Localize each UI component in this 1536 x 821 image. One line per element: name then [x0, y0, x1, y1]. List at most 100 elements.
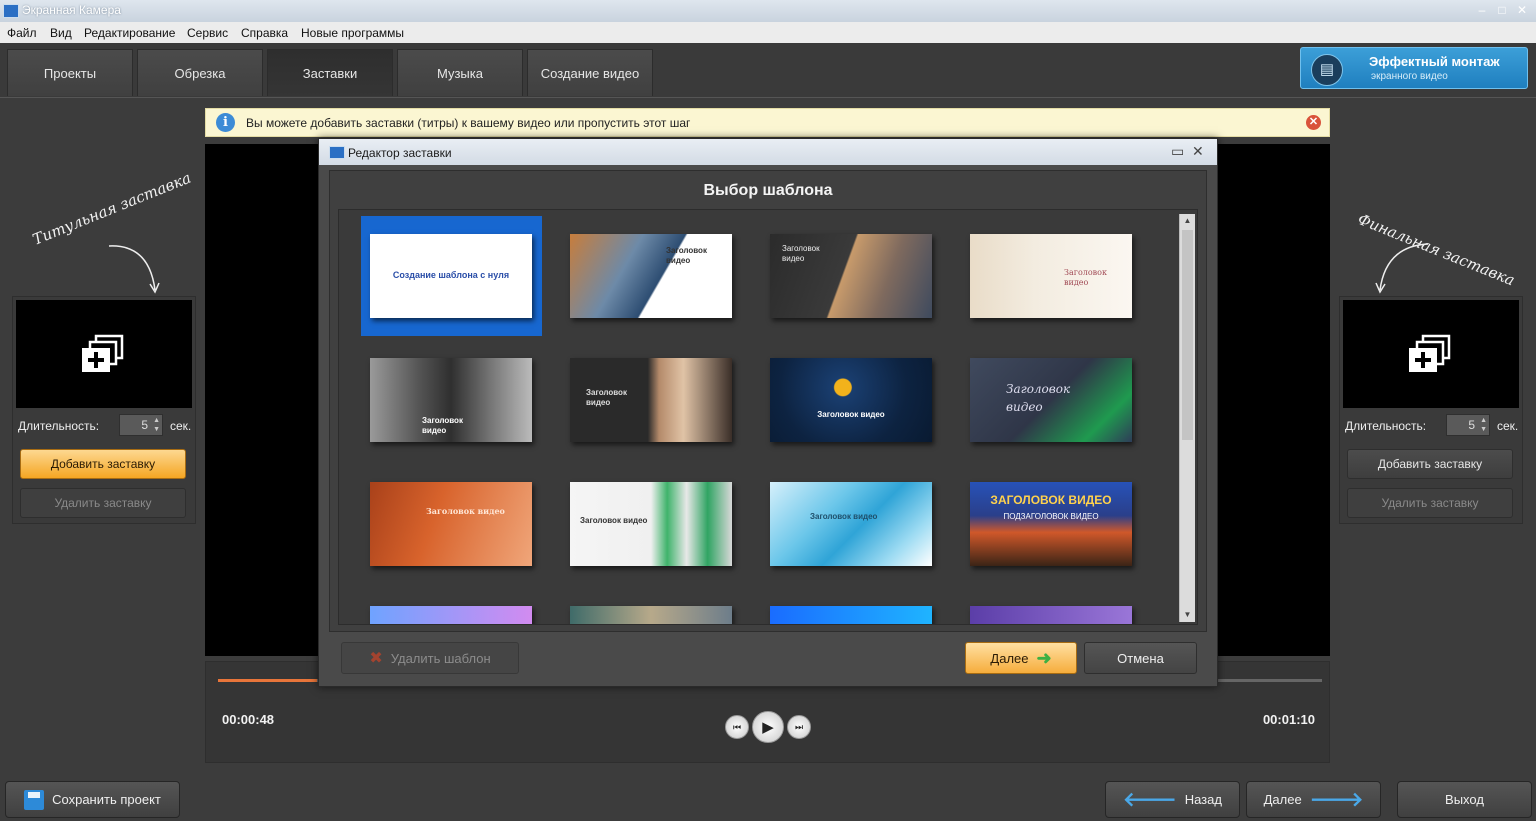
remove-final-button[interactable]: Удалить заставку	[1347, 488, 1513, 518]
next-button[interactable]: Далее ➜	[965, 642, 1077, 674]
template-card[interactable]: Заголовок видео	[970, 234, 1132, 318]
maximize-icon[interactable]: ▭	[1171, 143, 1184, 160]
template-card[interactable]: Заголовок видео	[570, 482, 732, 566]
cancel-button[interactable]: Отмена	[1084, 642, 1197, 674]
menu-new-programs[interactable]: Новые программы	[301, 26, 404, 40]
scroll-thumb[interactable]	[1182, 230, 1193, 440]
template-title: Заголовок видео	[586, 388, 627, 407]
dialog-heading: Выбор шаблона	[703, 182, 833, 199]
dialog-titlebar: Редактор заставки ▭ ✕	[319, 139, 1217, 165]
close-icon[interactable]: ✕	[1192, 143, 1204, 160]
template-card[interactable]: Заголовок видео	[570, 234, 732, 318]
template-title: Заголовок видео	[1006, 382, 1071, 414]
template-card[interactable]: Заголовок видео	[370, 358, 532, 442]
template-chooser: Выбор шаблона Создание шаблона с нуля За…	[329, 170, 1207, 632]
duration-label: Длительность:	[1345, 419, 1427, 433]
minimize-icon[interactable]: –	[1474, 2, 1490, 18]
remove-intro-button[interactable]: Удалить заставку	[20, 488, 186, 518]
menu-bar: Файл Вид Редактирование Сервис Справка Н…	[0, 22, 1536, 44]
timeline-progress	[218, 679, 317, 682]
intro-editor-dialog: Редактор заставки ▭ ✕ Выбор шаблона Созд…	[318, 138, 1218, 687]
template-card[interactable]: Заголовок видео	[770, 234, 932, 318]
template-title: Заголовок видео	[810, 512, 878, 521]
template-card[interactable]: Заголовок видео	[970, 358, 1132, 442]
menu-service[interactable]: Сервис	[187, 26, 228, 40]
duration-label: Длительность:	[18, 419, 100, 433]
menu-file[interactable]: Файл	[7, 26, 37, 40]
menu-edit[interactable]: Редактирование	[84, 26, 175, 40]
template-title: Создание шаблона с нуля	[392, 270, 510, 280]
promo-button[interactable]: ▤ Эффектный монтаж экранного видео	[1300, 47, 1528, 89]
tab-music[interactable]: Музыка	[397, 49, 523, 96]
seconds-unit: сек.	[170, 419, 192, 433]
title-intro-caption: Титульная заставка	[30, 168, 194, 249]
duration-stepper[interactable]: 5 ▲ ▼	[1446, 414, 1490, 436]
close-info-icon[interactable]: ✕	[1306, 115, 1321, 130]
previous-icon[interactable]: ⏮	[725, 715, 749, 739]
exit-button[interactable]: Выход	[1397, 781, 1532, 818]
title-intro-preview[interactable]	[16, 300, 192, 408]
template-card[interactable]	[370, 606, 532, 624]
add-final-button[interactable]: Добавить заставку	[1347, 449, 1513, 479]
template-card[interactable]: Заголовок видео	[770, 358, 932, 442]
next-icon[interactable]: ⏭	[787, 715, 811, 739]
arrow-right-icon: 🡒	[1309, 789, 1364, 811]
final-intro-preview[interactable]	[1343, 300, 1519, 408]
template-title: Заголовок видео	[782, 244, 820, 263]
template-card[interactable]: Создание шаблона с нуля	[370, 234, 532, 318]
play-icon[interactable]: ▶	[752, 711, 784, 743]
template-title: Заголовок видео	[666, 246, 707, 265]
scroll-up-icon[interactable]: ▲	[1180, 214, 1195, 228]
info-bar: i Вы можете добавить заставки (титры) к …	[205, 108, 1330, 137]
delete-template-label: Удалить шаблон	[390, 650, 491, 666]
total-time: 00:01:10	[1262, 712, 1315, 727]
app-icon	[329, 146, 345, 159]
close-icon[interactable]: ✕	[1514, 2, 1530, 18]
duration-value: 5	[141, 418, 148, 432]
final-intro-panel: Длительность: 5 ▲ ▼ сек. Добавить заставк…	[1339, 296, 1523, 524]
template-title: Заголовок видео	[422, 416, 463, 435]
forward-button[interactable]: Далее 🡒	[1246, 781, 1381, 818]
maximize-icon[interactable]: □	[1494, 2, 1510, 18]
forward-label: Далее	[1263, 792, 1302, 807]
back-button[interactable]: 🡐 Назад	[1105, 781, 1240, 818]
promo-title: Эффектный монтаж	[1369, 54, 1500, 69]
scroll-down-icon[interactable]: ▼	[1180, 608, 1195, 622]
seconds-unit: сек.	[1497, 419, 1519, 433]
add-intro-button[interactable]: Добавить заставку	[20, 449, 186, 479]
promo-subtitle: экранного видео	[1371, 71, 1448, 82]
template-card[interactable]: ЗАГОЛОВОК ВИДЕО ПОДЗАГОЛОВОК ВИДЕО	[970, 482, 1132, 566]
template-gallery: Создание шаблона с нуля Заголовок видео …	[338, 209, 1198, 625]
tab-trim[interactable]: Обрезка	[137, 49, 263, 96]
current-time: 00:00:48	[222, 712, 275, 727]
save-project-button[interactable]: Сохранить проект	[5, 781, 180, 818]
title-intro-panel: Длительность: 5 ▲ ▼ сек. Добавить заставк…	[12, 296, 196, 524]
gallery-scrollbar[interactable]: ▲ ▼	[1179, 214, 1195, 622]
template-card[interactable]	[570, 606, 732, 624]
template-card[interactable]: Заголовок видео	[570, 358, 732, 442]
info-text: Вы можете добавить заставки (титры) к ва…	[246, 116, 691, 130]
duration-value: 5	[1468, 418, 1475, 432]
next-label: Далее	[990, 650, 1029, 666]
tab-intros[interactable]: Заставки	[267, 49, 393, 96]
app-icon	[3, 4, 19, 18]
back-label: Назад	[1184, 792, 1222, 807]
template-card[interactable]	[970, 606, 1132, 624]
template-card[interactable]: Заголовок видео	[370, 482, 532, 566]
delete-template-button[interactable]: ✖ Удалить шаблон	[341, 642, 519, 674]
menu-help[interactable]: Справка	[241, 26, 288, 40]
tab-create-video[interactable]: Создание видео	[527, 49, 653, 96]
arrow-left-icon: 🡐	[1123, 789, 1177, 811]
template-title: Заголовок видео	[580, 516, 648, 525]
duration-stepper[interactable]: 5 ▲ ▼	[119, 414, 163, 436]
template-card[interactable]: Заголовок видео	[770, 482, 932, 566]
menu-view[interactable]: Вид	[50, 26, 72, 40]
template-card[interactable]	[770, 606, 932, 624]
template-title: ЗАГОЛОВОК ВИДЕО	[990, 493, 1112, 507]
clapperboard-icon: ▤	[1311, 54, 1343, 86]
stepper-arrows-icon[interactable]: ▲ ▼	[153, 416, 160, 434]
template-subtitle: ПОДЗАГОЛОВОК ВИДЕО	[1003, 512, 1099, 521]
curved-arrow-icon	[1375, 243, 1429, 294]
tab-projects[interactable]: Проекты	[7, 49, 133, 96]
stepper-arrows-icon[interactable]: ▲ ▼	[1480, 416, 1487, 434]
